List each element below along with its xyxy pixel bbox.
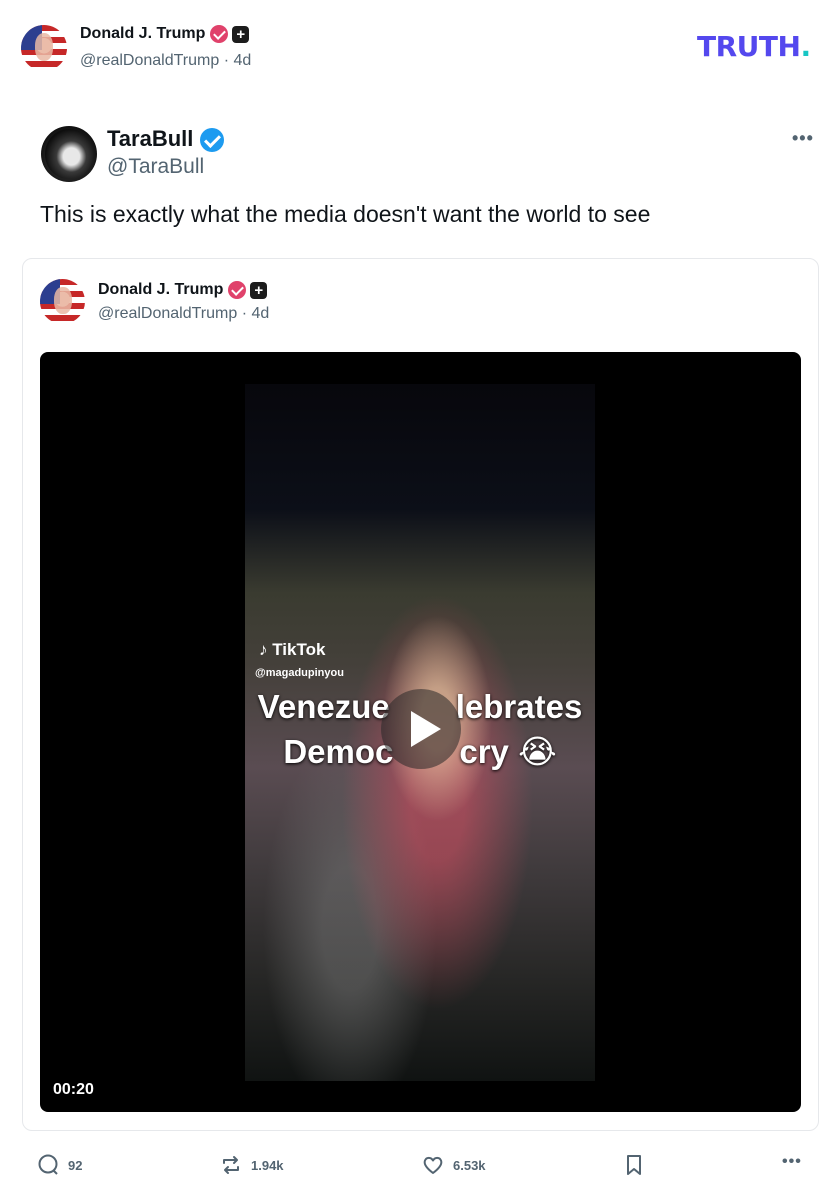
video-duration: 00:20 [53,1081,94,1098]
quoted-author-handle[interactable]: @realDonaldTrump · 4d [98,305,269,323]
truth-logo: TRUTH. [697,30,811,63]
embedded-name-row: TaraBull [107,126,224,153]
author-name[interactable]: Donald J. Trump [80,25,205,42]
quoted-author-name[interactable]: Donald J. Trump [98,281,223,298]
video-player[interactable]: ♪ TikTok @magadupinyou Venezue lebrates … [40,352,801,1112]
brand-text: TRUTH [697,30,801,63]
author-handle[interactable]: @realDonaldTrump · 4d [80,52,251,70]
brand-dot: . [800,30,811,63]
verified-blue-icon [199,128,224,153]
retruth-count: 1.94k [251,1157,284,1173]
retruth-button[interactable]: 1.94k [220,1154,284,1176]
verified-badge-icon [227,281,246,299]
tiktok-label: TikTok [272,640,326,659]
bookmark-button[interactable] [624,1154,644,1176]
reply-count: 92 [68,1157,83,1173]
plus-badge-icon: + [250,281,268,299]
post-more-icon[interactable]: ••• [782,1153,802,1171]
author-name-row: Donald J. Trump + [80,25,250,43]
play-button[interactable] [381,689,461,769]
bookmark-icon [627,1155,641,1175]
heart-icon [423,1156,443,1174]
author-avatar[interactable] [21,25,67,71]
quoted-author-avatar[interactable] [40,279,85,324]
plus-badge-icon: + [232,25,250,43]
retruth-icon [223,1156,239,1174]
reply-icon [38,1154,58,1175]
embedded-more-icon[interactable]: ••• [792,128,814,149]
tiktok-username: @magadupinyou [255,667,344,679]
verified-badge-icon [209,25,228,43]
embedded-author-name[interactable]: TaraBull [107,126,193,151]
like-count: 6.53k [453,1157,486,1173]
tiktok-logo: ♪ TikTok [259,640,326,659]
like-button[interactable]: 6.53k [422,1154,486,1176]
embedded-author-handle[interactable]: @TaraBull [107,155,204,179]
embedded-author-avatar[interactable] [41,126,97,182]
quoted-name-row: Donald J. Trump + [98,281,268,299]
embedded-tweet-text: This is exactly what the media doesn't w… [40,201,651,227]
reply-button[interactable]: 92 [37,1154,82,1176]
